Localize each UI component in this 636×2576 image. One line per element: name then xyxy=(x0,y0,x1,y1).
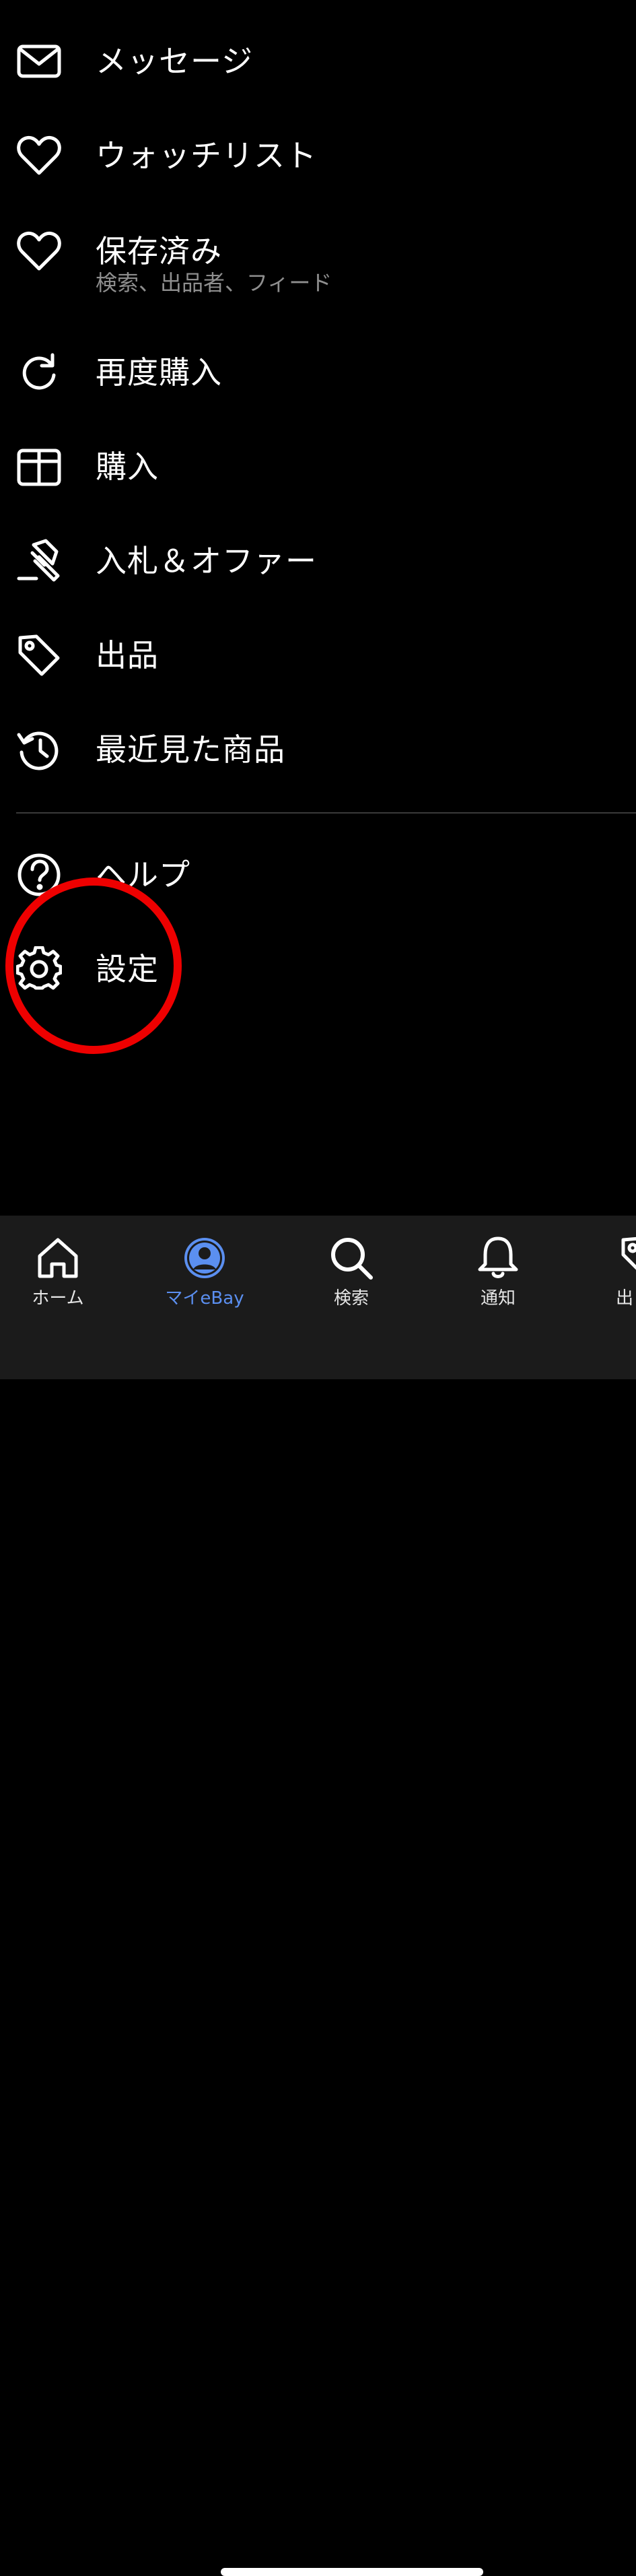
menu-item-label: 購入 xyxy=(96,449,159,485)
menu-item-label: 最近見た商品 xyxy=(96,731,285,768)
menu-item-label: 保存済み xyxy=(96,233,222,269)
heart-icon xyxy=(16,228,62,274)
gavel-icon xyxy=(16,538,62,584)
heart-icon xyxy=(16,133,62,178)
menu-item-watchlist[interactable]: ウォッチリスト xyxy=(0,119,636,193)
tab-selling[interactable]: 出 xyxy=(589,1229,636,1317)
tab-search[interactable]: 検索 xyxy=(297,1229,405,1317)
menu-item-label: ヘルプ xyxy=(96,857,190,893)
menu-item-buy-again[interactable]: 再度購入 xyxy=(0,335,636,409)
menu-item-bids-offers[interactable]: 入札＆オファー xyxy=(0,524,636,598)
bottom-tab-bar: ホーム マイeBay 検索 通知 出 xyxy=(0,1216,636,2576)
menu-item-selling[interactable]: 出品 xyxy=(0,618,636,692)
bell-icon xyxy=(474,1234,522,1282)
menu-item-settings[interactable]: 設定 xyxy=(0,932,636,1006)
history-icon xyxy=(16,727,62,772)
home-icon xyxy=(34,1234,81,1282)
menu-item-label: 出品 xyxy=(96,637,159,673)
menu-item-label: 設定 xyxy=(96,951,159,987)
tab-notifications[interactable]: 通知 xyxy=(444,1229,552,1317)
search-icon xyxy=(328,1234,375,1282)
menu-item-messages[interactable]: メッセージ xyxy=(0,24,636,98)
menu-divider xyxy=(16,812,636,814)
tab-label: 検索 xyxy=(333,1288,369,1309)
menu-item-label: メッセージ xyxy=(96,43,254,79)
tab-my-ebay[interactable]: マイeBay xyxy=(151,1229,258,1317)
tag-icon xyxy=(619,1234,636,1282)
tag-icon xyxy=(16,632,62,678)
account-icon xyxy=(181,1234,228,1282)
tab-label: 出 xyxy=(616,1288,634,1309)
home-indicator xyxy=(221,2568,483,2576)
menu-item-label: ウォッチリスト xyxy=(96,137,317,174)
tab-label: マイeBay xyxy=(165,1288,244,1309)
tab-home[interactable]: ホーム xyxy=(4,1229,112,1317)
menu-item-recently-viewed[interactable]: 最近見た商品 xyxy=(0,713,636,787)
menu-item-sublabel: 検索、出品者、フィード xyxy=(96,270,332,296)
box-icon xyxy=(16,444,62,490)
menu-item-help[interactable]: ヘルプ xyxy=(0,838,636,912)
gear-icon xyxy=(16,946,62,992)
menu-item-label: 再度購入 xyxy=(96,354,222,391)
menu-item-purchases[interactable]: 購入 xyxy=(0,430,636,504)
mail-icon xyxy=(16,38,62,84)
menu-item-saved[interactable]: 保存済み 検索、出品者、フィード xyxy=(0,214,636,308)
help-icon xyxy=(16,852,62,898)
menu-item-label: 入札＆オファー xyxy=(96,543,317,579)
tab-label: ホーム xyxy=(32,1288,84,1309)
tab-label: 通知 xyxy=(480,1288,516,1309)
refresh-icon xyxy=(16,350,62,395)
